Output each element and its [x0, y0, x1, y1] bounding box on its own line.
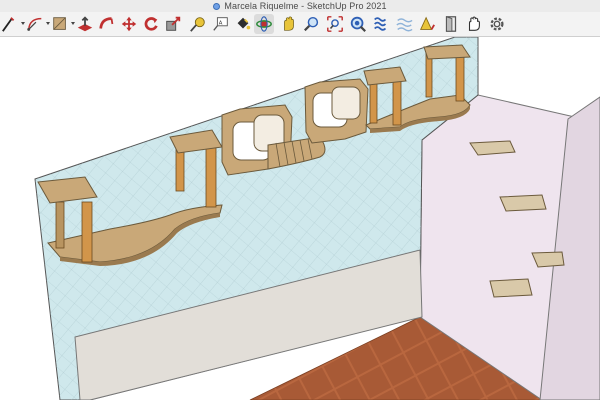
push-pull-icon[interactable] [75, 14, 95, 34]
sketchup-app-icon [213, 2, 221, 10]
zoom-extents-icon[interactable] [325, 14, 345, 34]
right-top-board-2 [423, 44, 471, 60]
sketchup-window: Marcela Riquelme - SketchUp Pro 2021 A [0, 0, 600, 400]
rectangle-icon[interactable] [50, 14, 70, 34]
mid-back-post [175, 146, 185, 192]
window-title: Marcela Riquelme - SketchUp Pro 2021 [224, 1, 387, 11]
settings-gear-icon[interactable] [487, 14, 507, 34]
wall-step-2 [499, 194, 547, 212]
right-post-2 [392, 76, 402, 126]
scale-icon[interactable] [163, 14, 183, 34]
zoom-icon[interactable] [302, 14, 322, 34]
main-toolbar: A [0, 12, 600, 37]
warehouse-icon[interactable] [417, 14, 437, 34]
fog-icon[interactable] [394, 14, 414, 34]
scene-drawing[interactable] [0, 37, 600, 400]
right-post-1 [369, 80, 378, 124]
wood-cube-right [304, 78, 369, 144]
move-icon[interactable] [119, 14, 139, 34]
text-icon[interactable]: A [211, 14, 231, 34]
paint-bucket-icon[interactable] [233, 14, 253, 34]
hand-icon[interactable] [464, 14, 484, 34]
wall-step-4 [489, 278, 533, 298]
follow-me-icon[interactable] [97, 14, 117, 34]
left-back-post [55, 201, 65, 249]
door-icon[interactable] [441, 14, 461, 34]
right-post-3 [425, 52, 433, 98]
tape-measure-icon[interactable] [188, 14, 208, 34]
pan-icon[interactable] [279, 14, 299, 34]
right-post-4 [455, 54, 465, 102]
arc-icon[interactable] [25, 14, 45, 34]
svg-text:A: A [219, 20, 223, 26]
wall-step-1 [469, 140, 516, 156]
left-front-post [81, 201, 93, 263]
title-wrap: Marcela Riquelme - SketchUp Pro 2021 [0, 0, 600, 12]
model-viewport[interactable] [0, 37, 600, 400]
mid-front-post [205, 146, 217, 208]
line-icon[interactable] [0, 14, 20, 34]
wall-step-3 [531, 251, 565, 268]
rotate-icon[interactable] [141, 14, 161, 34]
section-plane-icon[interactable] [371, 14, 391, 34]
orbit-icon[interactable] [254, 14, 274, 34]
search-icon[interactable] [348, 14, 368, 34]
